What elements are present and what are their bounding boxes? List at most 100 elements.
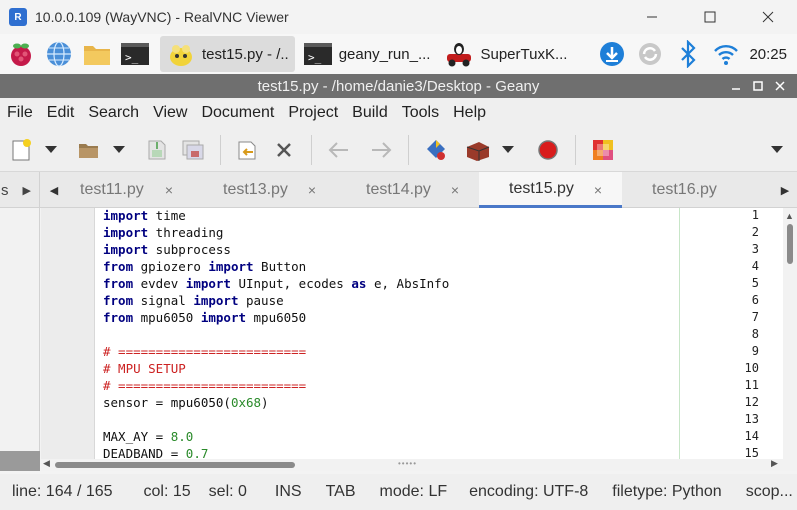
horizontal-scrollbar[interactable]: ◀ ••••• ▶ [41, 458, 797, 471]
download-update-icon [600, 42, 625, 66]
code-line: import subprocess [103, 242, 231, 257]
wifi-button[interactable] [709, 37, 743, 71]
chevron-right-icon: ▶ [780, 184, 790, 197]
geany-maximize-button[interactable] [747, 79, 769, 94]
code-line: from evdev import UInput, ecodes as e, A… [103, 276, 450, 291]
chevron-right-icon[interactable]: ▶ [771, 458, 778, 469]
tab-close-icon[interactable]: × [308, 182, 316, 198]
menu-document[interactable]: Document [194, 104, 281, 122]
realvnc-logo-icon: R [9, 8, 27, 26]
new-file-button[interactable] [6, 135, 36, 165]
tab-label: test13.py [223, 181, 288, 198]
status-indent-mode: TAB [325, 483, 356, 500]
menu-project[interactable]: Project [281, 104, 345, 122]
sidebar-tab-label: s [1, 181, 9, 199]
minimize-button[interactable] [623, 0, 681, 34]
line-number: 3 [751, 242, 759, 256]
toolbar-overflow-dropdown[interactable] [771, 146, 783, 153]
compile-button[interactable] [421, 135, 451, 165]
statusbar: line: 164 / 165 col: 15 sel: 0 INS TAB m… [0, 474, 797, 510]
close-button[interactable] [739, 0, 797, 34]
taskbar-task-terminal[interactable]: >_ geany_run_... [297, 36, 437, 72]
taskbar: >_ test15.py - /.. >_ geany_run_... Supe… [0, 34, 797, 74]
save-icon [148, 140, 166, 159]
revert-button[interactable] [233, 135, 263, 165]
tab-test15[interactable]: test15.py × [479, 172, 622, 208]
line-number: 9 [751, 344, 759, 358]
tab-close-icon[interactable]: × [165, 182, 173, 198]
build-options-dropdown[interactable] [499, 135, 517, 165]
horizontal-scrollbar-thumb[interactable] [55, 462, 295, 468]
file-manager-launcher[interactable] [80, 37, 114, 71]
geany-window-title: test15.py - /home/danie3/Desktop - Geany [257, 77, 540, 95]
taskbar-task-label: geany_run_... [338, 45, 431, 63]
menu-help[interactable]: Help [446, 104, 493, 122]
taskbar-task-geany[interactable]: test15.py - /.. [160, 36, 295, 72]
tab-test14[interactable]: test14.py × [336, 172, 479, 208]
chevron-down-icon [45, 146, 57, 153]
globe-icon [47, 41, 71, 67]
sidebar-scrollbar[interactable] [0, 451, 40, 471]
raspberry-menu-button[interactable] [4, 37, 38, 71]
build-brick-icon [466, 141, 490, 161]
tab-scroll-right-button[interactable]: ▶ [775, 172, 795, 208]
save-all-button[interactable] [178, 135, 208, 165]
chevron-left-icon[interactable]: ◀ [43, 458, 50, 469]
line-number: 5 [751, 276, 759, 290]
open-file-button[interactable] [74, 135, 104, 165]
save-button[interactable] [142, 135, 172, 165]
tab-test16[interactable]: test16.py [622, 172, 765, 208]
menu-view[interactable]: View [146, 104, 194, 122]
code-line: from gpiozero import Button [103, 259, 307, 274]
line-number: 1 [751, 208, 759, 222]
menu-search[interactable]: Search [81, 104, 146, 122]
line-number: 12 [744, 395, 759, 409]
sidebar-tab[interactable]: s ▶ [0, 172, 40, 208]
menu-build[interactable]: Build [345, 104, 395, 122]
close-file-button[interactable] [269, 135, 299, 165]
browser-launcher[interactable] [42, 37, 76, 71]
updater-button[interactable] [595, 37, 629, 71]
tab-label: test15.py [509, 179, 574, 197]
color-chooser-button[interactable] [588, 135, 618, 165]
code-line: from mpu6050 import mpu6050 [103, 310, 307, 325]
sync-button[interactable] [633, 37, 667, 71]
chevron-up-icon[interactable]: ▲ [785, 211, 794, 221]
build-button[interactable] [463, 135, 493, 165]
revert-icon [238, 141, 256, 159]
clock[interactable]: 20:25 [749, 46, 787, 63]
tab-test13[interactable]: test13.py × [193, 172, 336, 208]
geany-close-button[interactable] [769, 79, 791, 94]
code-editor[interactable]: 1 import time 2 import threading 3 import sub… [41, 208, 783, 459]
new-file-icon [12, 138, 31, 160]
code-line: DEADBAND = 0.7 [103, 446, 209, 459]
stop-button[interactable] [533, 135, 563, 165]
geany-minimize-button[interactable] [725, 79, 747, 94]
vertical-scrollbar[interactable]: ▲ [783, 208, 797, 459]
navigate-forward-button[interactable] [366, 135, 396, 165]
menu-file[interactable]: File [0, 104, 40, 122]
taskbar-task-supertuxkart[interactable]: SuperTuxK... [438, 36, 573, 72]
code-line: # ========================= [103, 344, 307, 359]
wifi-icon [714, 45, 739, 65]
pane-resize-grip[interactable]: ••••• [398, 459, 417, 468]
raspberry-pi-icon [11, 43, 31, 66]
chevron-right-icon: ▶ [22, 184, 31, 197]
terminal-launcher[interactable]: >_ [118, 37, 152, 71]
menu-tools[interactable]: Tools [395, 104, 446, 122]
tab-close-icon[interactable]: × [451, 182, 459, 198]
menu-edit[interactable]: Edit [40, 104, 82, 122]
maximize-icon [753, 80, 763, 91]
status-filetype: filetype: Python [612, 483, 722, 500]
recent-files-dropdown[interactable] [110, 135, 128, 165]
new-from-template-dropdown[interactable] [42, 135, 60, 165]
navigate-back-button[interactable] [324, 135, 354, 165]
vnc-window-title: 10.0.0.109 (WayVNC) - RealVNC Viewer [35, 9, 289, 25]
maximize-icon [704, 11, 716, 23]
bluetooth-button[interactable] [671, 37, 705, 71]
vertical-scrollbar-thumb[interactable] [787, 224, 793, 264]
tab-test11[interactable]: test11.py × [50, 172, 193, 208]
terminal-icon: >_ [121, 43, 149, 65]
maximize-button[interactable] [681, 0, 739, 34]
tab-close-icon[interactable]: × [594, 182, 602, 198]
